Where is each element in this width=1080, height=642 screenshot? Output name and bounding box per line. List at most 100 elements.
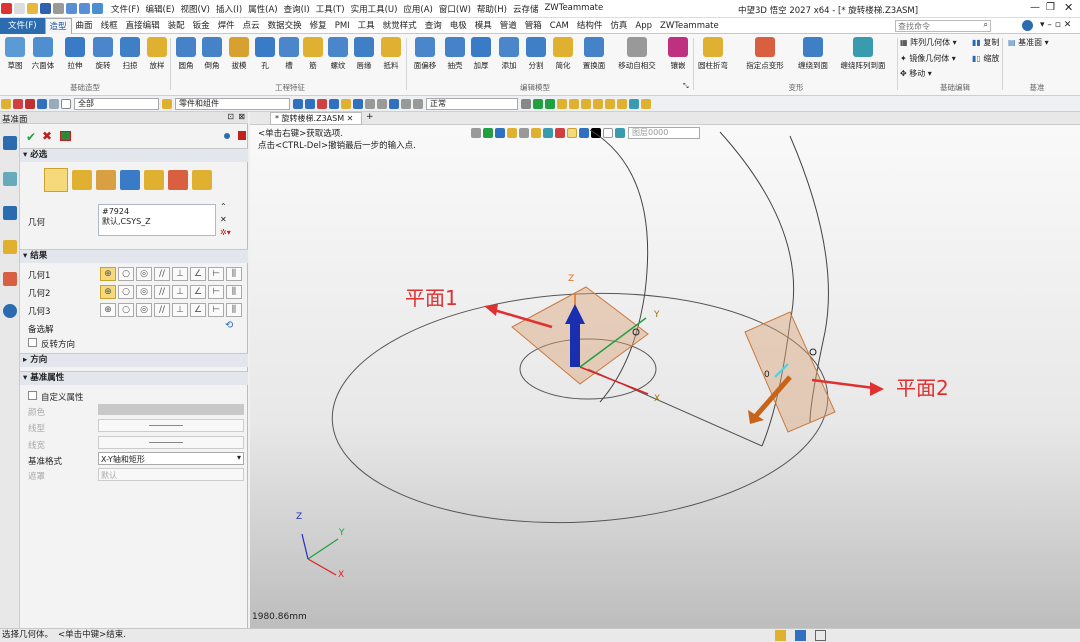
geo2-parallel-icon[interactable]: ∕∕ — [154, 285, 170, 299]
help-dot-icon[interactable] — [224, 133, 230, 139]
help-icon[interactable] — [1022, 20, 1033, 31]
tab-sheetmetal[interactable]: 钣金 — [189, 18, 214, 34]
menu-attribute[interactable]: 属性(A) — [245, 3, 280, 15]
command-search-input[interactable] — [896, 21, 976, 31]
datum-plane-item[interactable]: ▤ 基准面 ▾ — [1008, 37, 1049, 48]
geo2-perpendicular-icon[interactable]: ⊥ — [172, 285, 188, 299]
section-datum-attributes[interactable]: ▾ 基准属性 — [20, 371, 248, 385]
assembly-manager-icon[interactable] — [3, 172, 17, 186]
diagonal-icon[interactable] — [581, 98, 591, 109]
chamfer-button[interactable]: 倒角 — [199, 36, 225, 80]
save-icon[interactable] — [40, 3, 51, 14]
arc-icon[interactable] — [569, 98, 579, 109]
custom-attr-checkbox[interactable] — [28, 391, 37, 400]
tab-repair[interactable]: 修复 — [306, 18, 331, 34]
select-icon[interactable] — [1, 98, 11, 109]
pick-option-icon[interactable]: ✲▾ — [220, 228, 231, 237]
tab-simulation[interactable]: 仿真 — [606, 18, 631, 34]
menu-teammate[interactable]: ZWTeammate — [541, 3, 606, 15]
tab-electrode[interactable]: 电极 — [446, 18, 471, 34]
handle-point-2[interactable] — [809, 348, 817, 356]
panel-close-icon[interactable]: ⊠ — [238, 112, 245, 121]
more-icon[interactable] — [641, 98, 651, 109]
apply-icon[interactable] — [60, 131, 71, 141]
menu-file[interactable]: 文件(F) — [108, 3, 143, 15]
wrap-to-face-button[interactable]: 缠绕到面 — [798, 36, 828, 80]
corner-icon[interactable] — [593, 98, 603, 109]
plane-curve-icon[interactable] — [120, 170, 140, 190]
menu-query[interactable]: 查询(I) — [281, 3, 313, 15]
plane-offset-icon[interactable] — [72, 170, 92, 190]
window-close-icon[interactable]: ✕ — [1064, 1, 1073, 14]
zebra-icon[interactable] — [629, 98, 639, 109]
chevron-up-icon[interactable]: ⌃ — [220, 202, 227, 211]
geo1-angle-icon[interactable]: ∠ — [190, 267, 206, 281]
line-icon[interactable] — [25, 98, 35, 109]
tab-assembly[interactable]: 装配 — [164, 18, 189, 34]
geo3-symmetric-icon[interactable]: ⫼ — [226, 303, 242, 317]
plane-three-point-icon[interactable] — [168, 170, 188, 190]
measure-icon[interactable] — [605, 98, 615, 109]
slot-button[interactable]: 槽 — [276, 36, 302, 80]
snap-face-icon[interactable] — [329, 98, 339, 109]
thread-button[interactable]: 螺纹 — [325, 36, 351, 80]
color-swatch[interactable] — [98, 404, 244, 415]
thicken-button[interactable]: 加厚 — [468, 36, 494, 80]
snap-ref-icon[interactable] — [365, 98, 375, 109]
tab-wireframe[interactable]: 线框 — [97, 18, 122, 34]
geo1-symmetric-icon[interactable]: ⫼ — [226, 267, 242, 281]
section-result[interactable]: ▾ 结果 — [20, 249, 248, 263]
dropdown-arrow-icon[interactable] — [162, 98, 172, 109]
snap-point-icon[interactable] — [305, 98, 315, 109]
snap-center-icon[interactable] — [341, 98, 351, 109]
shell-button[interactable]: 抽壳 — [442, 36, 468, 80]
view-manager-icon[interactable] — [3, 240, 17, 254]
geo3-perpendicular-icon[interactable]: ⊥ — [172, 303, 188, 317]
tab-query[interactable]: 查询 — [421, 18, 446, 34]
rib-button[interactable]: 筋 — [300, 36, 326, 80]
snap-grid-icon[interactable] — [377, 98, 387, 109]
sweep-button[interactable]: 扫掠 — [117, 36, 143, 80]
mirror-geometry-item[interactable]: ✦ 镜像几何体 ▾ — [900, 53, 956, 64]
menu-view[interactable]: 视图(V) — [178, 3, 213, 15]
graphics-viewport[interactable]: * 旋转楼梯.Z3ASM ✕ + <单击右键>获取选项. 点击<CTRL-Del… — [250, 112, 1080, 628]
geo1-distance-icon[interactable]: ⊢ — [208, 267, 224, 281]
snap-curve-icon[interactable] — [413, 98, 423, 109]
status-layout-icon[interactable] — [815, 630, 826, 641]
self-intersect-button[interactable]: 移动自相交 — [618, 36, 656, 80]
fillet-button[interactable]: 圆角 — [173, 36, 199, 80]
status-monitor-icon[interactable] — [795, 630, 806, 641]
section-direction[interactable]: ▸ 方向 — [20, 353, 248, 367]
simplify-button[interactable]: 简化 — [550, 36, 576, 80]
tab-zwteammate[interactable]: ZWTeammate — [656, 18, 723, 34]
grid-icon[interactable] — [37, 98, 47, 109]
snap-axis-icon[interactable] — [389, 98, 399, 109]
tab-modeling[interactable]: 造型 — [44, 17, 72, 34]
cylinder-bend-button[interactable]: 圆柱折弯 — [698, 36, 728, 80]
offset-face-button[interactable]: 面偏移 — [412, 36, 438, 80]
alt-solution-icon[interactable]: ⟲ — [225, 320, 233, 331]
tab-app[interactable]: App — [631, 18, 656, 34]
geo1-point-icon[interactable]: ⊕ — [100, 267, 116, 281]
cancel-x-icon[interactable]: ✖ — [42, 129, 52, 143]
geo2-distance-icon[interactable]: ⊢ — [208, 285, 224, 299]
line-type-select[interactable] — [98, 419, 244, 432]
pattern-geometry-item[interactable]: ▦ 阵列几何体 ▾ — [900, 37, 957, 48]
command-search[interactable]: ⌕ — [895, 20, 991, 32]
play-icon[interactable] — [533, 98, 543, 109]
history-manager-icon[interactable] — [3, 136, 17, 150]
snap-mid-icon[interactable] — [353, 98, 363, 109]
revolve-button[interactable]: 旋转 — [90, 36, 116, 80]
box-button[interactable]: 六面体 — [30, 36, 56, 80]
extrude-button[interactable]: 拉伸 — [62, 36, 88, 80]
pick-icon[interactable] — [521, 98, 531, 109]
sketch-button[interactable]: 草图 — [2, 36, 28, 80]
tab-cam[interactable]: CAM — [546, 18, 573, 34]
tab-visual-style[interactable]: 就觉样式 — [379, 18, 421, 34]
status-view-icon[interactable] — [775, 630, 786, 641]
filter-icon[interactable] — [13, 98, 23, 109]
open-file-icon[interactable] — [27, 3, 38, 14]
geo3-distance-icon[interactable]: ⊢ — [208, 303, 224, 317]
plane-view-icon[interactable] — [192, 170, 212, 190]
mode-select[interactable]: 正常 — [426, 97, 518, 110]
